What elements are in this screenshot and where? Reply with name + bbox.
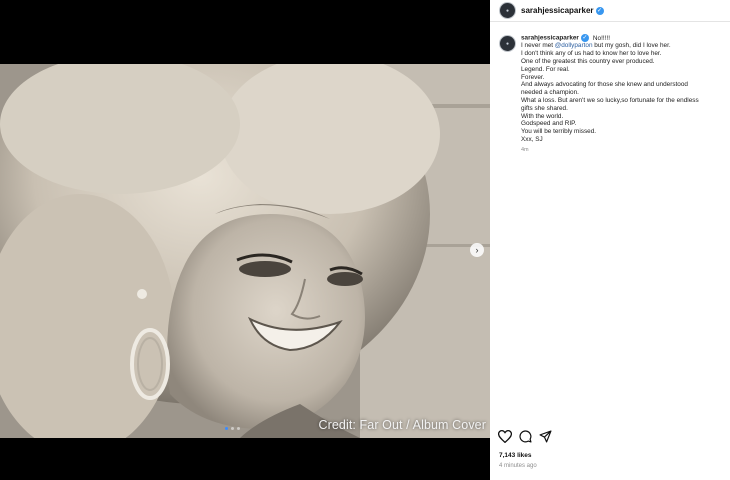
comment-icon[interactable] bbox=[519, 430, 532, 443]
carousel-indicator bbox=[225, 427, 240, 430]
photo-credit: Credit: Far Out / Album Cover bbox=[318, 418, 486, 432]
carousel-dot bbox=[225, 427, 228, 430]
caption-block: ● sarahjessicaparker ✓ No!!!!! I never met… bbox=[499, 34, 727, 155]
caption-line: You will be terribly missed. bbox=[521, 128, 597, 136]
caption-line: Godspeed and RIP. bbox=[521, 120, 577, 128]
caption-first-text: No!!!!! bbox=[592, 34, 610, 42]
caption-line: What a loss. But aren't we so lucky,so f… bbox=[521, 97, 699, 105]
post-photo[interactable]: Credit: Far Out / Album Cover bbox=[0, 64, 490, 438]
carousel-dot bbox=[231, 427, 234, 430]
verified-badge-icon: ✓ bbox=[580, 34, 589, 42]
caption-segment: I never met bbox=[521, 42, 555, 50]
caption-line: needed a champion. bbox=[521, 89, 579, 97]
chevron-right-icon: › bbox=[475, 244, 479, 255]
carousel-next-button[interactable]: › bbox=[470, 243, 484, 257]
caption-line: gifts she shared. bbox=[521, 104, 568, 112]
caption-username[interactable]: sarahjessicaparker bbox=[521, 35, 579, 42]
carousel-dot bbox=[237, 427, 240, 430]
heart-icon[interactable] bbox=[498, 430, 512, 443]
like-count[interactable]: 7,143 likes bbox=[499, 452, 532, 459]
caption-line: And always advocating for those she knew… bbox=[521, 81, 688, 89]
profile-avatar[interactable]: ● bbox=[499, 2, 516, 19]
caption-line: With the world. bbox=[521, 112, 564, 120]
caption-line: Legend. For real. bbox=[521, 65, 570, 73]
caption-line: I never met @dollyparton but my gosh, di… bbox=[521, 42, 699, 50]
caption-segment: but my gosh, did I love her. bbox=[592, 42, 671, 50]
media-panel: Credit: Far Out / Album Cover › bbox=[0, 0, 490, 480]
post-header: ● sarahjessicaparker ✓ bbox=[490, 0, 730, 22]
caption-avatar[interactable]: ● bbox=[499, 35, 516, 52]
caption-text: sarahjessicaparker ✓ No!!!!! I never met @… bbox=[521, 34, 699, 155]
caption-line: One of the greatest this country ever pr… bbox=[521, 58, 655, 66]
share-icon[interactable] bbox=[539, 430, 552, 443]
post-timestamp: 4 minutes ago bbox=[499, 463, 537, 469]
mention-link[interactable]: @dollyparton bbox=[555, 42, 593, 49]
portrait-image bbox=[0, 64, 490, 438]
verified-badge-icon: ✓ bbox=[595, 6, 604, 15]
caption-line: I don't think any of us had to know her … bbox=[521, 50, 662, 58]
caption-first-line: sarahjessicaparker ✓ No!!!!! bbox=[521, 34, 699, 42]
post-username[interactable]: sarahjessicaparker bbox=[521, 6, 594, 15]
caption-line: Forever. bbox=[521, 73, 545, 81]
post-actions bbox=[498, 430, 552, 443]
caption-line: Xxx, SJ bbox=[521, 136, 543, 144]
caption-timestamp: 4m bbox=[521, 146, 529, 153]
